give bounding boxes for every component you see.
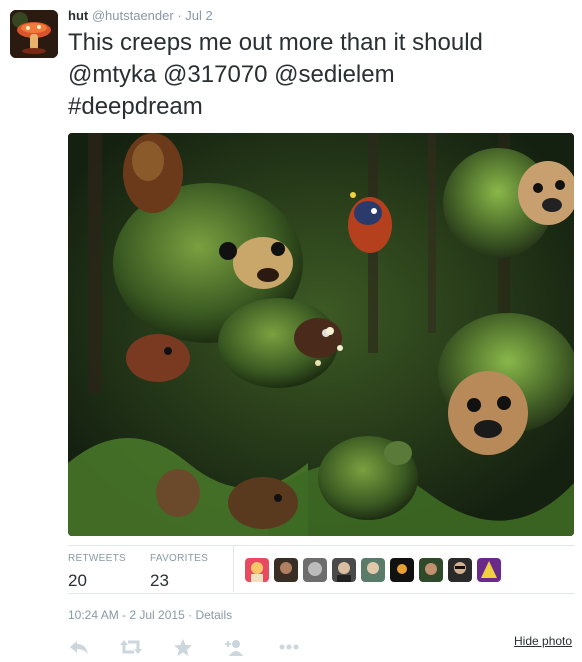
- tweet-text: This creeps me out more than it should @…: [68, 27, 568, 123]
- author-handle[interactable]: @hutstaender: [92, 8, 174, 23]
- stats-bottom-divider: [68, 593, 574, 594]
- favoriter-avatar[interactable]: [332, 558, 356, 582]
- follow-icon[interactable]: [224, 638, 246, 656]
- favoriter-avatar[interactable]: [448, 558, 472, 582]
- tweet-photo[interactable]: [68, 133, 574, 536]
- favorites-stat[interactable]: FAVORITES 23: [150, 553, 208, 591]
- timestamp-value[interactable]: 10:24 AM - 2 Jul 2015: [68, 608, 185, 622]
- favoriter-avatar[interactable]: [274, 558, 298, 582]
- favorites-label: FAVORITES: [150, 553, 209, 564]
- mention-link[interactable]: @317070: [163, 61, 267, 88]
- favoriter-avatar[interactable]: [303, 558, 327, 582]
- tweet-text-line: This creeps me out more than it should: [68, 29, 483, 56]
- stats-divider: [233, 546, 234, 592]
- favorite-icon[interactable]: [172, 638, 194, 656]
- favoriter-avatar[interactable]: [245, 558, 269, 582]
- favoriter-avatar[interactable]: [477, 558, 501, 582]
- favoriter-avatar[interactable]: [419, 558, 443, 582]
- hashtag-link[interactable]: #deepdream: [68, 93, 203, 120]
- mention-link[interactable]: @sedielem: [274, 61, 394, 88]
- retweets-label: RETWEETS: [68, 553, 126, 564]
- hide-photo-link[interactable]: Hide photo: [514, 634, 572, 648]
- details-link[interactable]: Details: [195, 608, 232, 622]
- retweets-stat[interactable]: RETWEETS 20: [68, 553, 126, 591]
- author-name[interactable]: hut: [68, 8, 88, 23]
- favoriter-avatar[interactable]: [361, 558, 385, 582]
- tweet-timestamp: 10:24 AM - 2 Jul 2015 · Details: [68, 608, 232, 622]
- favorites-count: 23: [150, 571, 169, 590]
- more-icon[interactable]: [278, 638, 300, 656]
- favoriter-avatar[interactable]: [390, 558, 414, 582]
- retweets-count: 20: [68, 571, 87, 590]
- retweet-icon[interactable]: [120, 638, 142, 656]
- stats-top-divider: [68, 545, 574, 546]
- header-separator: ·: [177, 8, 182, 23]
- tweet-date[interactable]: Jul 2: [185, 8, 212, 23]
- timestamp-separator: ·: [188, 608, 193, 622]
- reply-icon[interactable]: [68, 638, 90, 656]
- tweet-header: hut @hutstaender · Jul 2: [68, 8, 213, 24]
- author-avatar[interactable]: [10, 10, 58, 58]
- mention-link[interactable]: @mtyka: [68, 61, 156, 88]
